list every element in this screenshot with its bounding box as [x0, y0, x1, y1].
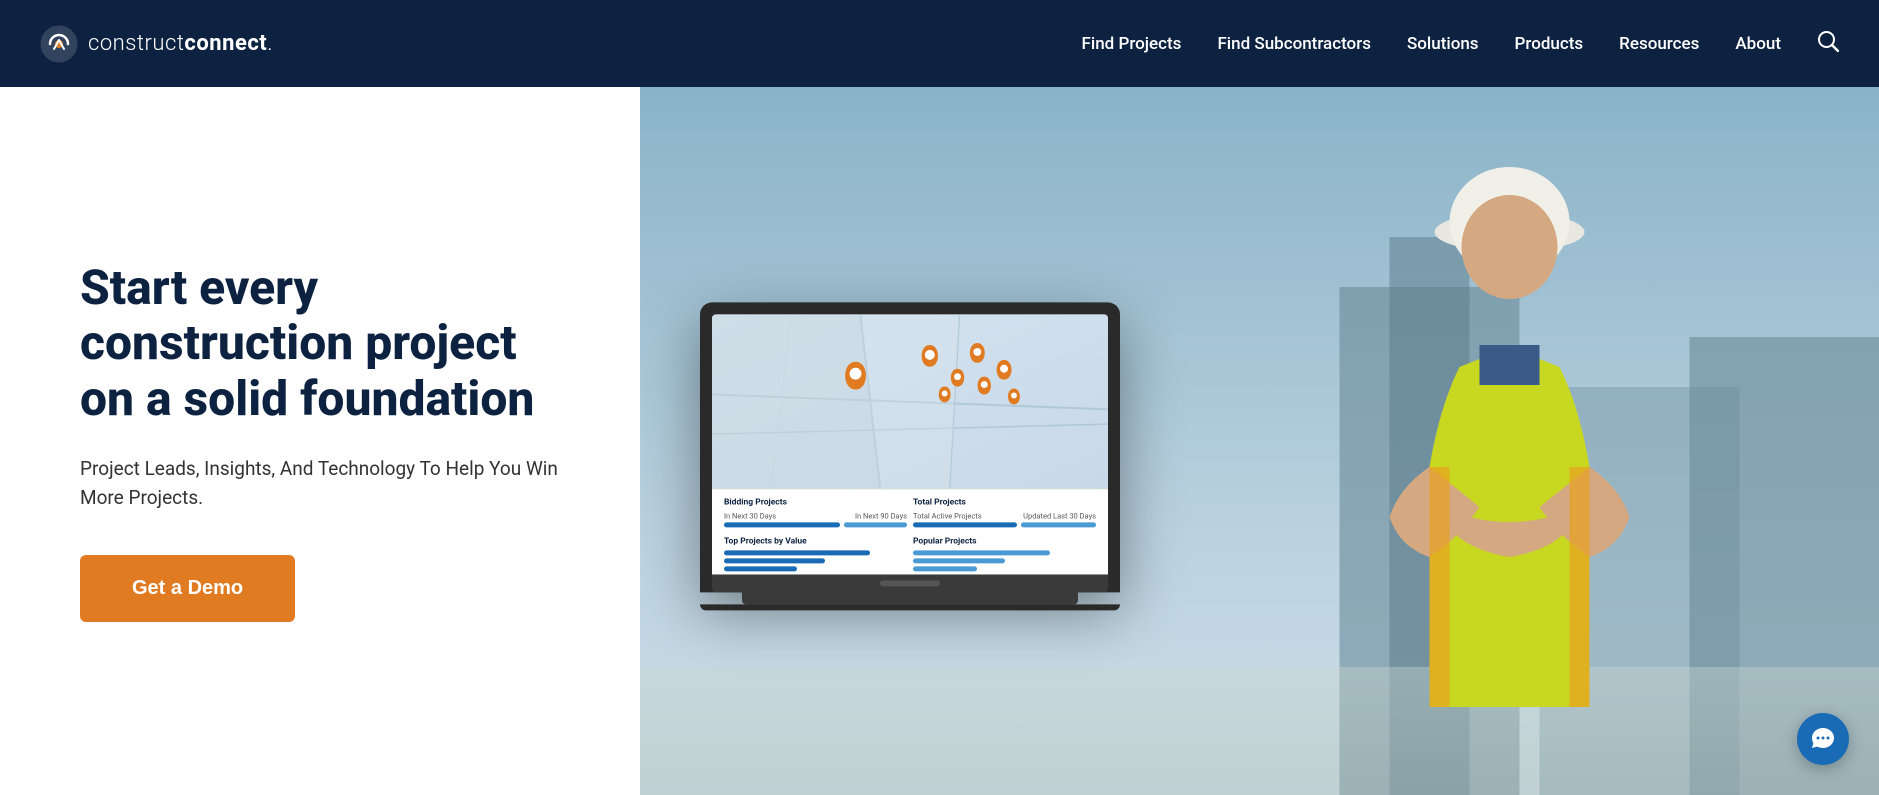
total-bar-1 — [913, 522, 1017, 527]
popular-projects-section: Popular Projects — [913, 536, 1096, 574]
bidding-projects-section: Bidding Projects In Next 30 Days In Next… — [724, 497, 907, 530]
logo-trademark: . — [267, 31, 273, 56]
nav-links: Find Projects Find Subcontractors Soluti… — [1082, 30, 1839, 57]
laptop-stand — [742, 592, 1078, 604]
laptop-mockup: Bidding Projects In Next 30 Days In Next… — [700, 302, 1120, 610]
hero-visual: Bidding Projects In Next 30 Days In Next… — [640, 87, 1879, 795]
nav-item-find-subcontractors[interactable]: Find Subcontractors — [1217, 34, 1371, 54]
total-projects-title: Total Projects — [913, 497, 1096, 507]
logo-icon — [40, 25, 78, 63]
navbar: constructconnect. Find Projects Find Sub… — [0, 0, 1879, 87]
bidding-projects-title: Bidding Projects — [724, 497, 907, 507]
dashboard-stats: Bidding Projects In Next 30 Days In Next… — [712, 489, 1108, 574]
hero-headline: Start every construction project on a so… — [80, 260, 580, 426]
chat-support-button[interactable] — [1797, 713, 1849, 765]
nav-item-find-projects[interactable]: Find Projects — [1082, 34, 1182, 54]
popular-projects-title: Popular Projects — [913, 536, 1096, 546]
logo-text-bold: connect — [184, 31, 267, 56]
map-display — [712, 314, 1108, 489]
logo[interactable]: constructconnect. — [40, 25, 273, 63]
hero-section: Start every construction project on a so… — [0, 87, 1879, 795]
nav-item-products[interactable]: Products — [1515, 34, 1584, 54]
total-row-1: Total Active Projects Updated Last 30 Da… — [913, 511, 1096, 520]
top-projects-title: Top Projects by Value — [724, 536, 907, 546]
hero-content: Start every construction project on a so… — [0, 200, 640, 681]
bidding-bar-1 — [724, 522, 840, 527]
nav-item-resources[interactable]: Resources — [1619, 34, 1699, 54]
nav-item-about[interactable]: About — [1735, 34, 1781, 54]
laptop-camera-notch — [880, 580, 940, 586]
total-bar-2 — [1021, 522, 1096, 527]
map-svg — [712, 314, 1108, 489]
logo-text-light: construct — [88, 31, 184, 56]
chat-icon — [1810, 726, 1836, 752]
nav-item-solutions[interactable]: Solutions — [1407, 34, 1479, 54]
hero-subtext: Project Leads, Insights, And Technology … — [80, 454, 580, 513]
laptop-screen: Bidding Projects In Next 30 Days In Next… — [712, 314, 1108, 574]
search-button[interactable] — [1817, 30, 1839, 57]
top-projects-section: Top Projects by Value — [724, 536, 907, 574]
bidding-bar-2 — [844, 522, 907, 527]
get-demo-button[interactable]: Get a Demo — [80, 555, 295, 622]
laptop-screen-frame: Bidding Projects In Next 30 Days In Next… — [700, 302, 1120, 592]
laptop-foot — [700, 604, 1120, 610]
search-icon[interactable] — [1817, 33, 1839, 57]
total-projects-section: Total Projects Total Active Projects Upd… — [913, 497, 1096, 530]
bidding-row-1: In Next 30 Days In Next 90 Days — [724, 511, 907, 520]
laptop-base — [712, 574, 1108, 592]
